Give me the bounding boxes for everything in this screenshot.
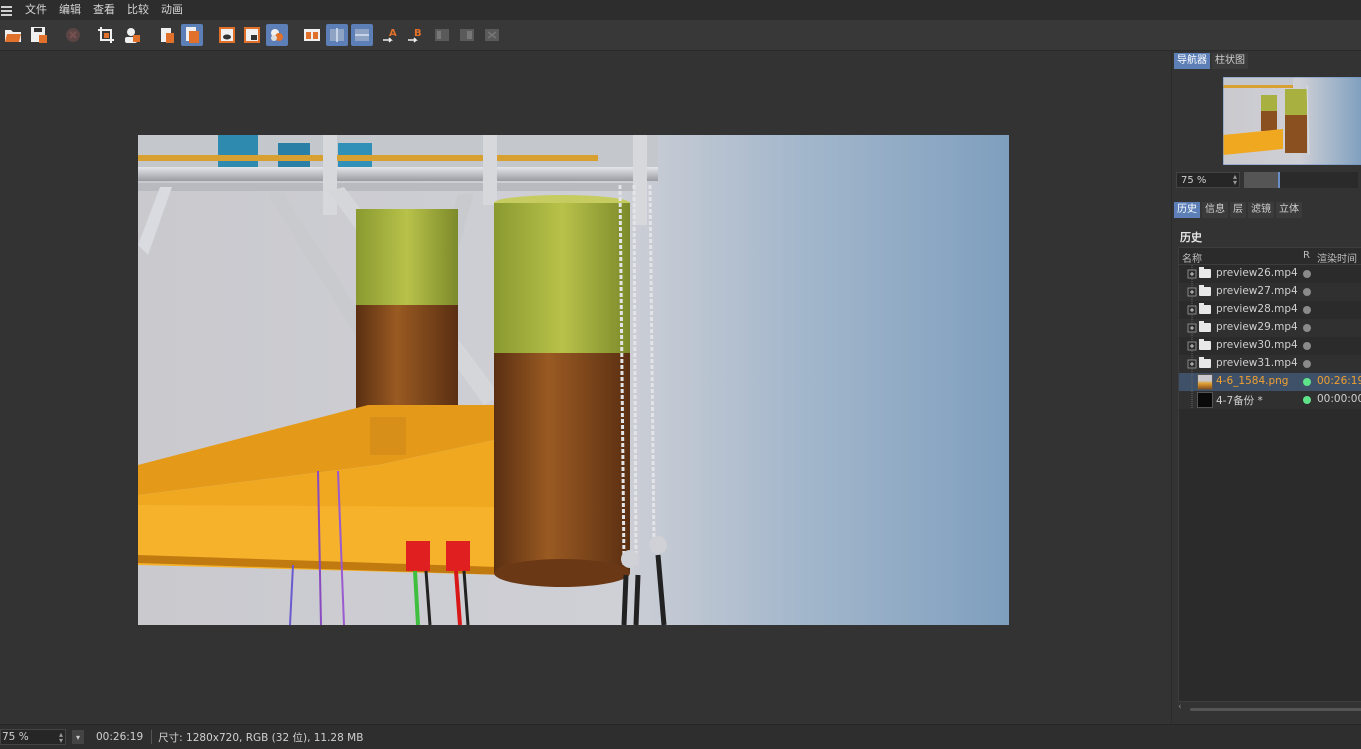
- folder-icon: [1199, 285, 1211, 296]
- render-status-dot: [1303, 270, 1311, 278]
- difference-icon[interactable]: [456, 24, 478, 46]
- ab-compare-icon[interactable]: [301, 24, 323, 46]
- history-item-name: preview29.mp4: [1216, 321, 1298, 333]
- history-row[interactable]: preview27.mp4: [1179, 283, 1361, 301]
- status-divider: [151, 730, 153, 744]
- history-table: 名称 R 渲染时间 preview26.mp4 preview27.mp4 prev…: [1178, 247, 1361, 702]
- column-r[interactable]: R: [1303, 250, 1310, 261]
- menu-bar: 文件 编辑 查看 比较 动画: [0, 0, 1361, 20]
- tab-stereo[interactable]: 立体: [1276, 202, 1302, 218]
- split-horizontal-icon[interactable]: [326, 24, 348, 46]
- history-item-name: preview31.mp4: [1216, 357, 1298, 369]
- crop-icon[interactable]: [95, 24, 117, 46]
- history-item-name: preview28.mp4: [1216, 303, 1298, 315]
- user-render-icon[interactable]: [121, 24, 143, 46]
- menu-edit[interactable]: 编辑: [53, 0, 87, 20]
- tab-filters[interactable]: 滤镜: [1248, 202, 1274, 218]
- history-row[interactable]: preview30.mp4: [1179, 337, 1361, 355]
- history-title: 历史: [1180, 231, 1202, 244]
- render-status-dot: [1303, 396, 1311, 404]
- zoom-slider-handle[interactable]: [1278, 172, 1280, 188]
- set-b-icon[interactable]: B: [405, 24, 427, 46]
- navigator-zoom-input[interactable]: 75 % ▴ ▾: [1176, 172, 1240, 188]
- status-render-time: 00:26:19: [96, 731, 144, 743]
- swap-ab-icon[interactable]: [431, 24, 453, 46]
- copy-to-clipboard-icon[interactable]: [156, 24, 178, 46]
- side-panel: 导航器 柱状图 75 % ▴ ▾ 历史 信息 层 滤镜 立体 历史 名称 R 渲…: [1171, 51, 1361, 723]
- navigator-zoom-slider[interactable]: [1244, 172, 1358, 188]
- scrollbar-thumb[interactable]: [1190, 708, 1361, 711]
- zoom-slider-fill: [1244, 172, 1278, 188]
- svg-text:A: A: [389, 28, 397, 39]
- toolbar: A B: [0, 20, 1361, 51]
- status-image-info: 尺寸: 1280x720, RGB (32 位), 11.28 MB: [158, 731, 364, 744]
- navigator-tabs: 导航器 柱状图: [1174, 53, 1248, 69]
- history-item-name: preview26.mp4: [1216, 267, 1298, 279]
- status-zoom-value: 75 %: [2, 731, 29, 743]
- history-row[interactable]: preview26.mp4: [1179, 265, 1361, 283]
- tab-navigator[interactable]: 导航器: [1174, 53, 1210, 69]
- split-vertical-icon[interactable]: [351, 24, 373, 46]
- render-status-dot: [1303, 360, 1311, 368]
- history-row[interactable]: 4-6_1584.png 00:26:19: [1179, 373, 1361, 391]
- menu-file[interactable]: 文件: [19, 0, 53, 20]
- folder-icon: [1199, 267, 1211, 278]
- save-image-icon[interactable]: [28, 24, 50, 46]
- hamburger-menu-icon[interactable]: [1, 5, 13, 16]
- status-zoom-input[interactable]: 75 % ▴ ▾: [0, 729, 66, 745]
- menu-animation[interactable]: 动画: [155, 0, 189, 20]
- history-horizontal-scrollbar[interactable]: ‹: [1178, 702, 1361, 714]
- svg-text:B: B: [414, 28, 422, 39]
- render-status-dot: [1303, 288, 1311, 296]
- folder-icon: [1199, 321, 1211, 332]
- status-zoom-spinner-icon[interactable]: ▴ ▾: [59, 731, 63, 745]
- rendered-image: [138, 135, 1009, 625]
- history-item-name: preview30.mp4: [1216, 339, 1298, 351]
- navigator-zoom-value: 75 %: [1181, 175, 1207, 186]
- tab-layers[interactable]: 层: [1230, 202, 1246, 218]
- image-thumbnail-icon: [1197, 374, 1213, 390]
- folder-icon: [1199, 357, 1211, 368]
- history-row[interactable]: preview28.mp4: [1179, 301, 1361, 319]
- set-a-icon[interactable]: A: [380, 24, 402, 46]
- navigator-zoom-row: 75 % ▴ ▾: [1176, 171, 1361, 189]
- tab-history[interactable]: 历史: [1174, 202, 1200, 218]
- tab-info[interactable]: 信息: [1202, 202, 1228, 218]
- render-viewport[interactable]: [0, 51, 1170, 723]
- folder-icon: [1199, 303, 1211, 314]
- multi-pass-icon[interactable]: [181, 24, 203, 46]
- navigator-thumbnail[interactable]: [1223, 77, 1361, 165]
- menu-view[interactable]: 查看: [87, 0, 121, 20]
- color-channels-icon[interactable]: [266, 24, 288, 46]
- view-a-icon[interactable]: [216, 24, 238, 46]
- status-bar: 75 % ▴ ▾ ▾ 00:26:19 尺寸: 1280x720, RGB (32…: [0, 724, 1361, 749]
- history-item-name: 4-7备份 *: [1216, 395, 1263, 407]
- dark-thumbnail-icon: [1197, 392, 1213, 408]
- column-name[interactable]: 名称: [1182, 250, 1202, 265]
- history-item-name: preview27.mp4: [1216, 285, 1298, 297]
- zoom-spinner-icon[interactable]: ▴ ▾: [1233, 173, 1237, 187]
- open-image-icon[interactable]: [2, 24, 24, 46]
- render-status-dot: [1303, 342, 1311, 350]
- stop-render-icon[interactable]: [62, 24, 84, 46]
- render-status-dot: [1303, 378, 1311, 386]
- history-tabs: 历史 信息 层 滤镜 立体: [1174, 202, 1302, 218]
- render-status-dot: [1303, 324, 1311, 332]
- column-render-time[interactable]: 渲染时间: [1317, 250, 1357, 265]
- folder-icon: [1199, 339, 1211, 350]
- history-render-time: 00:00:00: [1317, 393, 1361, 405]
- history-row[interactable]: 4-7备份 * 00:00:00: [1179, 391, 1361, 409]
- history-row[interactable]: preview31.mp4: [1179, 355, 1361, 373]
- render-status-dot: [1303, 306, 1311, 314]
- history-item-name: 4-6_1584.png: [1216, 375, 1289, 387]
- tab-histogram[interactable]: 柱状图: [1212, 53, 1248, 69]
- zoom-dropdown-icon[interactable]: ▾: [72, 730, 84, 744]
- fit-icon[interactable]: [481, 24, 503, 46]
- history-header: 名称 R 渲染时间: [1179, 248, 1361, 265]
- history-render-time: 00:26:19: [1317, 375, 1361, 387]
- scroll-left-icon[interactable]: ‹: [1178, 702, 1182, 712]
- menu-compare[interactable]: 比较: [121, 0, 155, 20]
- history-row[interactable]: preview29.mp4: [1179, 319, 1361, 337]
- view-b-icon[interactable]: [241, 24, 263, 46]
